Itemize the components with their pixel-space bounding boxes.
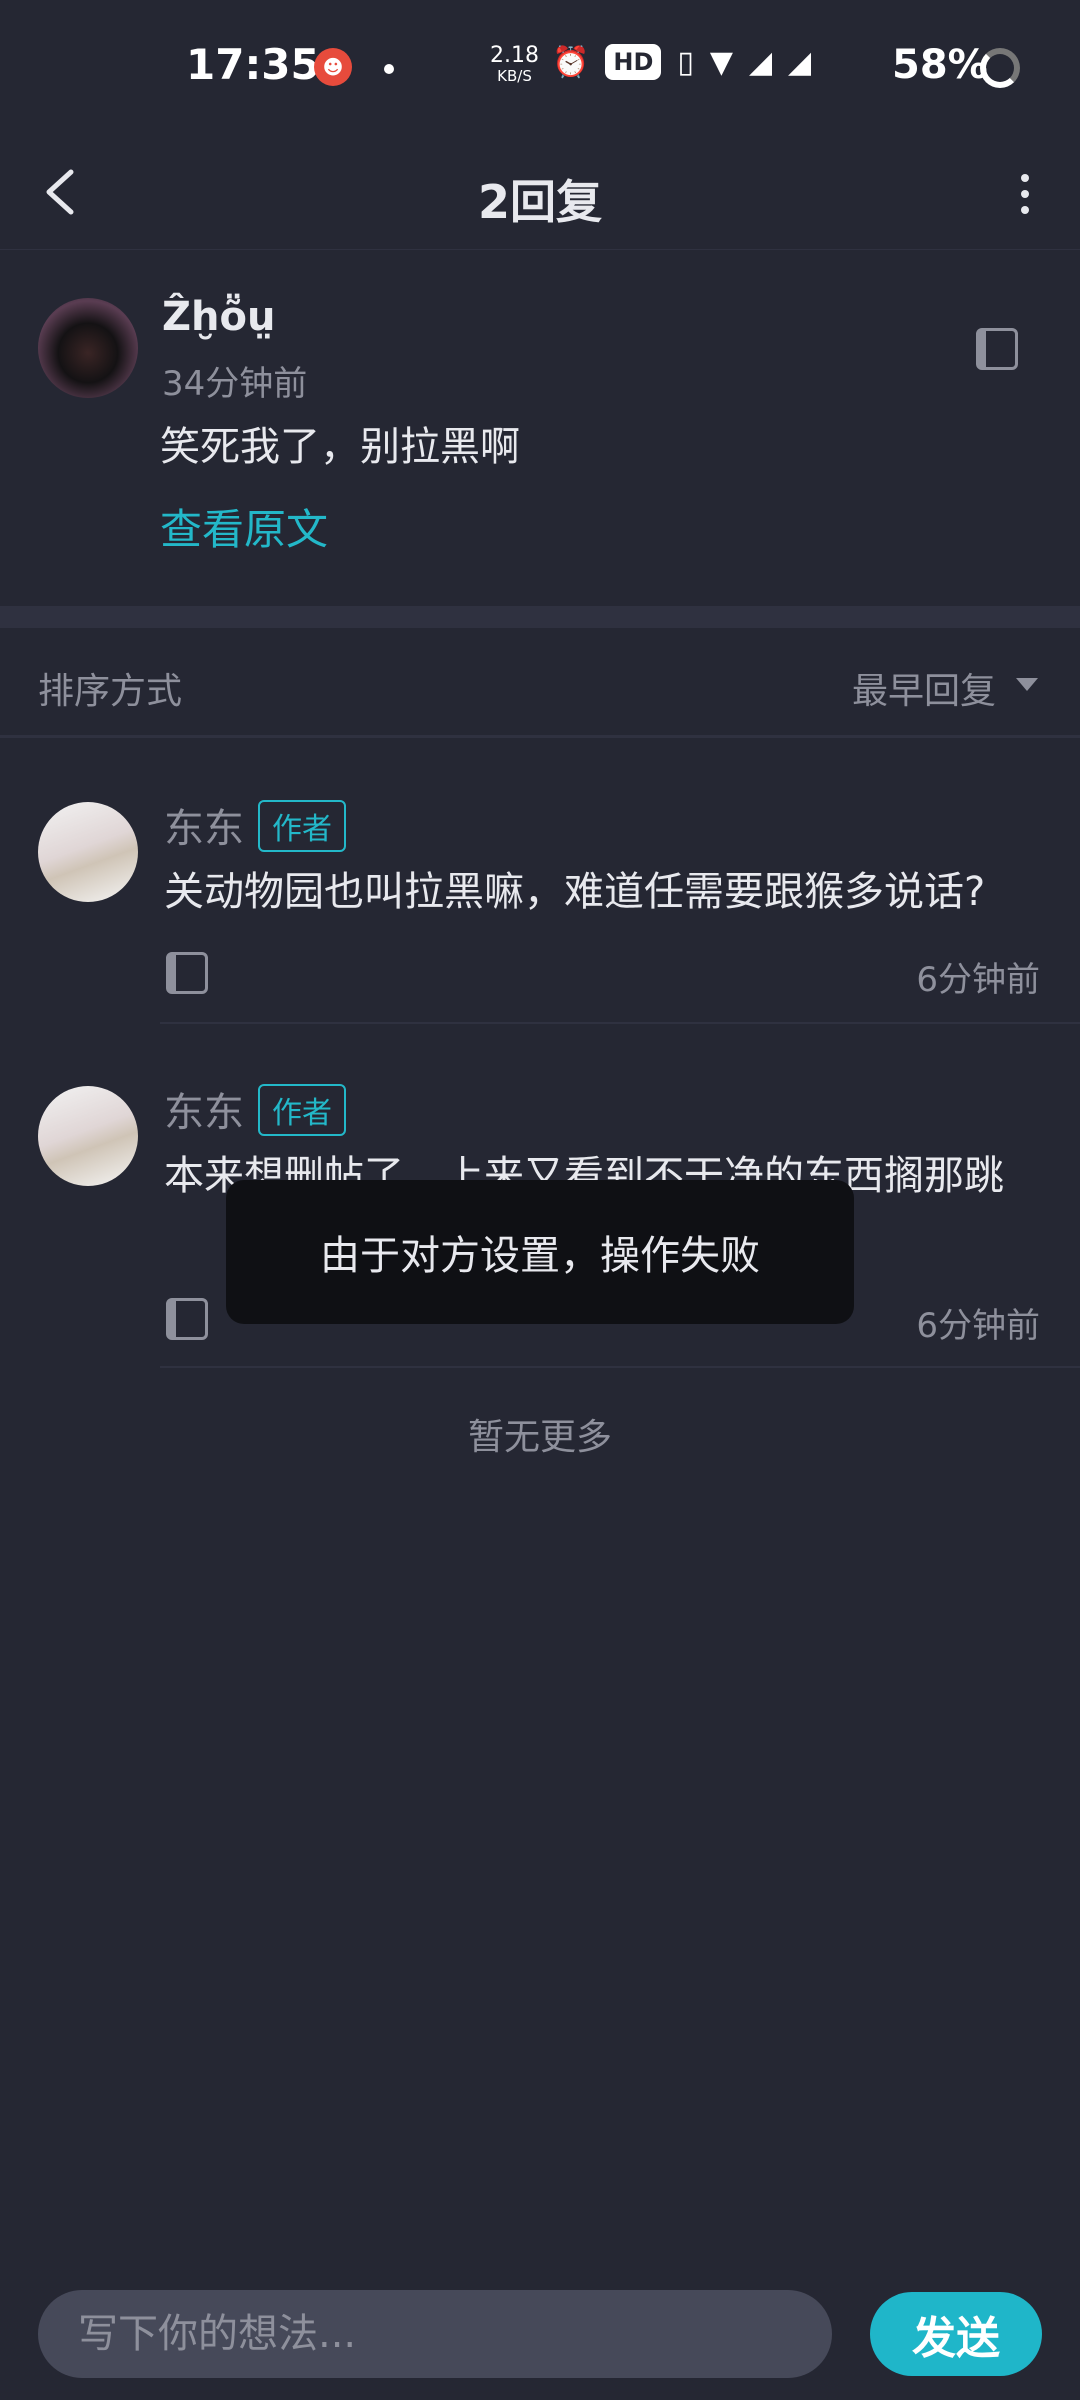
send-button[interactable]: 发送 <box>870 2292 1042 2376</box>
notification-app-icon: ☻ <box>314 48 352 86</box>
net-speed-value: 2.18 <box>490 43 539 68</box>
reply-author[interactable]: 东东 <box>164 796 244 854</box>
avatar[interactable] <box>38 1086 138 1186</box>
signal-5g-icon: ◢ <box>788 44 812 80</box>
top-nav: 2回复 <box>0 140 1080 250</box>
net-speed: 2.18 KB/S <box>490 43 539 86</box>
more-dot-icon <box>1021 206 1029 214</box>
alarm-icon: ⏰ <box>552 44 590 80</box>
status-icons: ⏰ HD ▯ ▼ ◢ ◢ <box>552 44 811 80</box>
vibrate-icon: ▯ <box>677 44 694 80</box>
more-options-button[interactable] <box>1000 164 1050 224</box>
reply-divider <box>160 1022 1080 1024</box>
reply-item: 东东 作者 关动物园也叫拉黑嘛，难道任需要跟猴多说话? 6分钟前 <box>0 780 1080 1025</box>
comment-input-bar: 发送 <box>0 2280 1080 2400</box>
reply-text: 关动物园也叫拉黑嘛，难道任需要跟猴多说话? <box>164 869 986 915</box>
view-original-link[interactable]: 查看原文 <box>160 496 328 557</box>
comment-author[interactable]: Ẑḫṏṳ <box>162 294 275 340</box>
sort-label: 排序方式 <box>38 671 183 712</box>
status-bar: 17:35 ☻ 2.18 KB/S ⏰ HD ▯ ▼ ◢ ◢ 58% <box>0 0 1080 140</box>
no-more-text: 暂无更多 <box>467 1417 612 1458</box>
comment-text: 笑死我了，别拉黑啊 <box>160 424 520 470</box>
section-divider <box>0 606 1080 628</box>
like-icon[interactable] <box>166 952 208 994</box>
more-dot-icon <box>1021 190 1029 198</box>
reply-author[interactable]: 东东 <box>164 1080 244 1138</box>
toast-message: 由于对方设置，操作失败 <box>226 1180 854 1324</box>
like-icon[interactable] <box>166 1298 208 1340</box>
avatar[interactable] <box>38 298 138 398</box>
signal-4g-icon: ◢ <box>748 44 773 80</box>
more-dot-icon <box>1021 174 1029 182</box>
original-comment: Ẑḫṏṳ 34分钟前 笑死我了，别拉黑啊 查看原文 <box>0 250 1080 606</box>
like-icon[interactable] <box>976 328 1018 370</box>
battery-percent: 58% <box>892 42 988 88</box>
status-time: 17:35 <box>186 40 320 89</box>
page-title: 2回复 <box>477 175 602 229</box>
comment-input[interactable] <box>38 2290 832 2378</box>
sort-row: 排序方式 最早回复 <box>0 628 1080 738</box>
net-speed-unit: KB/S <box>497 67 532 85</box>
sort-dropdown[interactable]: 最早回复 <box>852 662 996 714</box>
avatar[interactable] <box>38 802 138 902</box>
wifi-icon: ▼ <box>709 44 733 80</box>
author-badge: 作者 <box>258 1084 346 1136</box>
reply-divider <box>160 1366 1080 1368</box>
battery-icon <box>980 48 1020 88</box>
comment-time: 34分钟前 <box>162 364 308 404</box>
hd-badge: HD <box>605 44 662 80</box>
author-badge: 作者 <box>258 800 346 852</box>
reply-time: 6分钟前 <box>916 1306 1040 1346</box>
notification-dot-icon <box>384 64 394 74</box>
caret-down-icon[interactable] <box>1016 678 1038 691</box>
reply-time: 6分钟前 <box>916 960 1040 1000</box>
